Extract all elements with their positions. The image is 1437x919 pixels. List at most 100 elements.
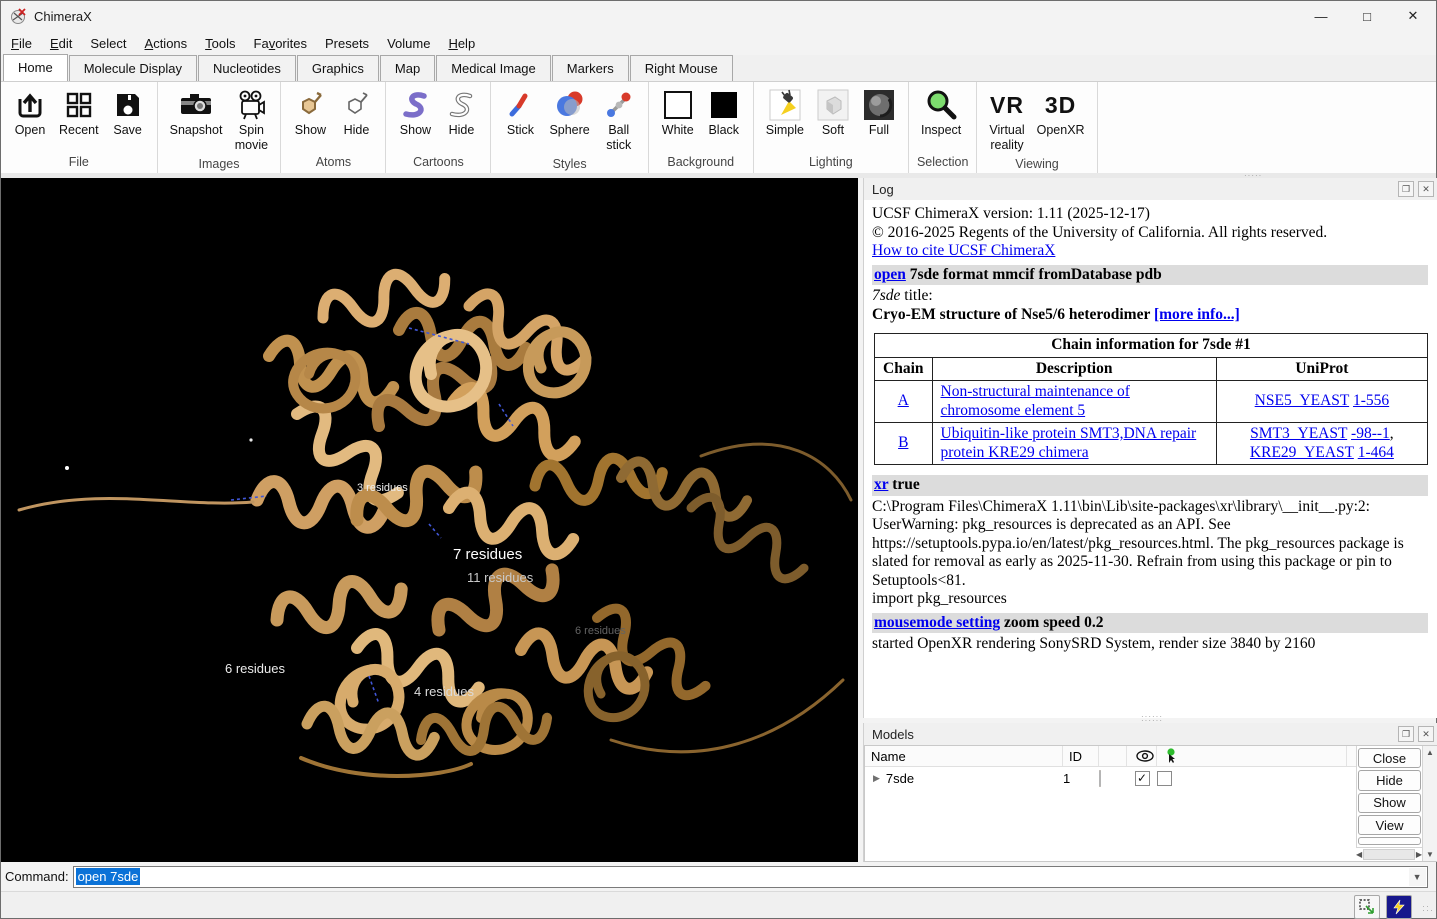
- chain-a-range-link[interactable]: 1-556: [1353, 392, 1389, 409]
- inspect-button[interactable]: Inspect: [917, 86, 965, 140]
- cartoons-hide-button[interactable]: Hide: [440, 86, 482, 140]
- open-button[interactable]: Open: [9, 86, 51, 140]
- menu-edit[interactable]: Edit: [50, 33, 82, 54]
- models-view-button[interactable]: View: [1358, 815, 1421, 835]
- background-white-button[interactable]: White: [657, 86, 699, 140]
- sphere-style-button[interactable]: Sphere: [545, 86, 593, 140]
- model-row-7sde[interactable]: ▶ 7sde 1 ✓: [865, 767, 1356, 789]
- tab-markers[interactable]: Markers: [552, 55, 629, 81]
- mousemode-command-link[interactable]: mousemode setting: [874, 614, 1000, 631]
- menu-help[interactable]: Help: [448, 33, 485, 54]
- expand-arrow-icon[interactable]: ▶: [873, 773, 880, 784]
- menu-actions[interactable]: Actions: [145, 33, 198, 54]
- menu-presets[interactable]: Presets: [325, 33, 379, 54]
- vr-glyph-icon: VR: [990, 92, 1024, 119]
- selection-mode-button[interactable]: [1354, 895, 1380, 919]
- model-selected-checkbox[interactable]: [1157, 771, 1172, 786]
- model-id: 1: [1063, 771, 1099, 786]
- close-button[interactable]: ✕: [1390, 1, 1436, 31]
- log-close-icon[interactable]: ✕: [1418, 181, 1434, 197]
- chain-a-description-link[interactable]: Non-structural maintenance of chromosome…: [941, 383, 1130, 419]
- background-black-button[interactable]: Black: [703, 86, 745, 140]
- minimize-button[interactable]: —: [1298, 1, 1344, 31]
- tab-nucleotides[interactable]: Nucleotides: [198, 55, 296, 81]
- lighting-soft-button[interactable]: Soft: [812, 86, 854, 140]
- virtual-reality-button[interactable]: VR Virtual reality: [985, 86, 1028, 155]
- ribbon-group-lighting: Simple Soft Full Lighting: [754, 82, 909, 173]
- full-lighting-icon: [863, 89, 895, 121]
- chain-b-range1-link[interactable]: -98--1: [1351, 425, 1390, 442]
- models-clipped-button[interactable]: [1358, 837, 1421, 845]
- stick-style-button[interactable]: Stick: [499, 86, 541, 140]
- command-input[interactable]: open 7sde ▼: [73, 866, 1428, 888]
- chain-b-uniprot1-link[interactable]: SMT3_YEAST: [1250, 425, 1347, 442]
- tab-home[interactable]: Home: [3, 54, 68, 81]
- model-shown-checkbox[interactable]: ✓: [1135, 771, 1150, 786]
- menu-select[interactable]: Select: [90, 33, 136, 54]
- color-column-header[interactable]: [1099, 746, 1127, 766]
- save-icon: [114, 91, 142, 119]
- models-show-button[interactable]: Show: [1358, 793, 1421, 813]
- cite-chimerax-link[interactable]: How to cite UCSF ChimeraX: [872, 242, 1055, 259]
- chain-b-range2-link[interactable]: 1-464: [1358, 444, 1394, 461]
- atoms-show-button[interactable]: Show: [289, 86, 331, 140]
- atoms-hide-button[interactable]: Hide: [335, 86, 377, 140]
- lighting-simple-button[interactable]: Simple: [762, 86, 808, 140]
- scroll-left-icon[interactable]: ◀: [1356, 848, 1362, 861]
- scroll-up-icon[interactable]: ▲: [1426, 746, 1434, 759]
- tab-map[interactable]: Map: [380, 55, 435, 81]
- ribbon-group-cartoons: Show Hide Cartoons: [386, 82, 491, 173]
- menu-volume[interactable]: Volume: [387, 33, 440, 54]
- log-xr-command: xr true: [872, 475, 1428, 496]
- open-command-link[interactable]: open: [874, 266, 906, 283]
- tab-molecule-display[interactable]: Molecule Display: [69, 55, 197, 81]
- more-info-link[interactable]: [more info...]: [1154, 306, 1240, 323]
- command-label: Command:: [5, 869, 69, 884]
- maximize-button[interactable]: □: [1344, 1, 1390, 31]
- log-version-line: UCSF ChimeraX version: 1.11 (2025-12-17): [872, 205, 1428, 224]
- resize-grip[interactable]: ·····: [1422, 904, 1434, 916]
- name-column-header[interactable]: Name: [865, 746, 1063, 766]
- selected-column-header[interactable]: [1157, 746, 1347, 766]
- shown-column-header[interactable]: [1127, 746, 1157, 766]
- log-models-splitter-handle[interactable]: ············: [1141, 715, 1165, 721]
- tab-graphics[interactable]: Graphics: [297, 55, 379, 81]
- chain-b-link[interactable]: B: [898, 434, 908, 451]
- menu-file[interactable]: File: [11, 33, 42, 54]
- id-column-header[interactable]: ID: [1063, 746, 1099, 766]
- models-vertical-scrollbar[interactable]: ▲ ▼: [1422, 746, 1437, 861]
- recent-button[interactable]: Recent: [55, 86, 103, 140]
- tab-medical-image[interactable]: Medical Image: [436, 55, 551, 81]
- log-content[interactable]: UCSF ChimeraX version: 1.11 (2025-12-17)…: [864, 200, 1437, 718]
- command-history-dropdown-icon[interactable]: ▼: [1409, 868, 1426, 886]
- chain-a-uniprot-link[interactable]: NSE5_YEAST: [1255, 392, 1349, 409]
- ball-stick-style-button[interactable]: Ball stick: [598, 86, 640, 155]
- model-color-swatch[interactable]: [1099, 770, 1101, 787]
- chain-b-description-link[interactable]: Ubiquitin-like protein SMT3,DNA repair p…: [941, 425, 1197, 461]
- scroll-down-icon[interactable]: ▼: [1426, 848, 1434, 861]
- tab-right-mouse[interactable]: Right Mouse: [630, 55, 733, 81]
- fast-mode-button[interactable]: [1386, 895, 1412, 919]
- save-button[interactable]: Save: [107, 86, 149, 140]
- graphics-viewport[interactable]: 3 residues 7 residues 11 residues 6 resi…: [1, 178, 858, 862]
- movie-camera-icon: [236, 90, 266, 120]
- chain-a-link[interactable]: A: [898, 392, 909, 409]
- lighting-full-button[interactable]: Full: [858, 86, 900, 140]
- models-undock-icon[interactable]: ❐: [1398, 726, 1414, 742]
- models-hide-button[interactable]: Hide: [1358, 770, 1421, 790]
- residues-label: 7 residues: [453, 546, 522, 563]
- cartoons-show-button[interactable]: Show: [394, 86, 436, 140]
- models-close-icon[interactable]: ✕: [1418, 726, 1434, 742]
- log-undock-icon[interactable]: ❐: [1398, 181, 1414, 197]
- protein-structure-7sde: [1, 178, 858, 862]
- chain-b-uniprot2-link[interactable]: KRE29_YEAST: [1250, 444, 1354, 461]
- menu-favorites[interactable]: Favorites: [254, 33, 317, 54]
- models-horizontal-scrollbar[interactable]: ◀ ▶: [1356, 847, 1422, 861]
- models-close-button[interactable]: Close: [1358, 748, 1421, 768]
- openxr-button[interactable]: 3D OpenXR: [1033, 86, 1089, 140]
- xr-command-link[interactable]: xr: [874, 476, 888, 493]
- horizontal-scroll-thumb[interactable]: [1363, 849, 1415, 860]
- menu-tools[interactable]: Tools: [205, 33, 245, 54]
- spin-movie-button[interactable]: Spin movie: [230, 86, 272, 155]
- snapshot-button[interactable]: Snapshot: [166, 86, 227, 140]
